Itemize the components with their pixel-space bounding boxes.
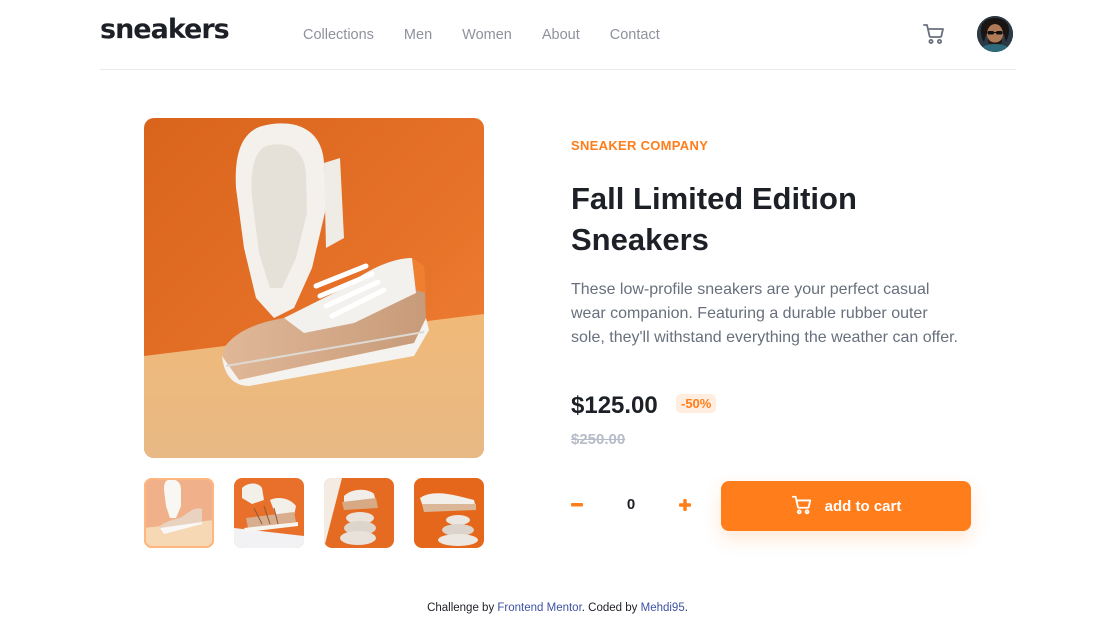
site-header: sneakers Collections Men Women About Con… [100, 0, 1016, 70]
footer-suffix: . [684, 602, 688, 614]
thumbnail-1[interactable] [144, 478, 214, 548]
nav-item-women[interactable]: Women [462, 27, 512, 43]
nav-item-contact[interactable]: Contact [610, 27, 660, 43]
thumbnail-3[interactable] [324, 478, 394, 548]
current-price: $125.00 [571, 392, 658, 419]
product-description: These low-profile sneakers are your perf… [571, 281, 958, 346]
thumbnail-4[interactable] [414, 478, 484, 548]
attribution-footer: Challenge by Frontend Mentor. Coded by M… [0, 602, 1115, 614]
product-main-image[interactable] [144, 118, 484, 458]
thumbnail-strip [144, 478, 484, 548]
main-nav: Collections Men Women About Contact [303, 27, 690, 43]
discount-badge: -50% [676, 394, 717, 413]
thumbnail-2[interactable] [234, 478, 304, 548]
nav-item-men[interactable]: Men [404, 27, 432, 43]
nav-item-collections[interactable]: Collections [303, 27, 374, 43]
quantity-increase-button[interactable] [674, 494, 696, 516]
footer-prefix: Challenge by [427, 602, 498, 614]
product-title: Fall Limited Edition Sneakers [571, 181, 857, 257]
author-link[interactable]: Mehdi95 [641, 602, 685, 614]
quantity-value: 0 [626, 496, 636, 513]
company-label: SNEAKER COMPANY [571, 138, 709, 153]
avatar[interactable] [977, 16, 1013, 52]
minus-icon [571, 503, 583, 507]
cart-icon [791, 494, 813, 519]
original-price: $250.00 [571, 431, 626, 448]
frontend-mentor-link[interactable]: Frontend Mentor [497, 602, 581, 614]
plus-icon [679, 499, 691, 511]
quantity-decrease-button[interactable] [566, 494, 588, 516]
cart-icon[interactable] [922, 22, 946, 46]
footer-middle: . Coded by [581, 602, 641, 614]
logo[interactable]: sneakers [100, 14, 230, 45]
nav-item-about[interactable]: About [542, 27, 580, 43]
add-to-cart-button[interactable]: add to cart [721, 481, 971, 531]
add-to-cart-label: add to cart [824, 497, 902, 515]
